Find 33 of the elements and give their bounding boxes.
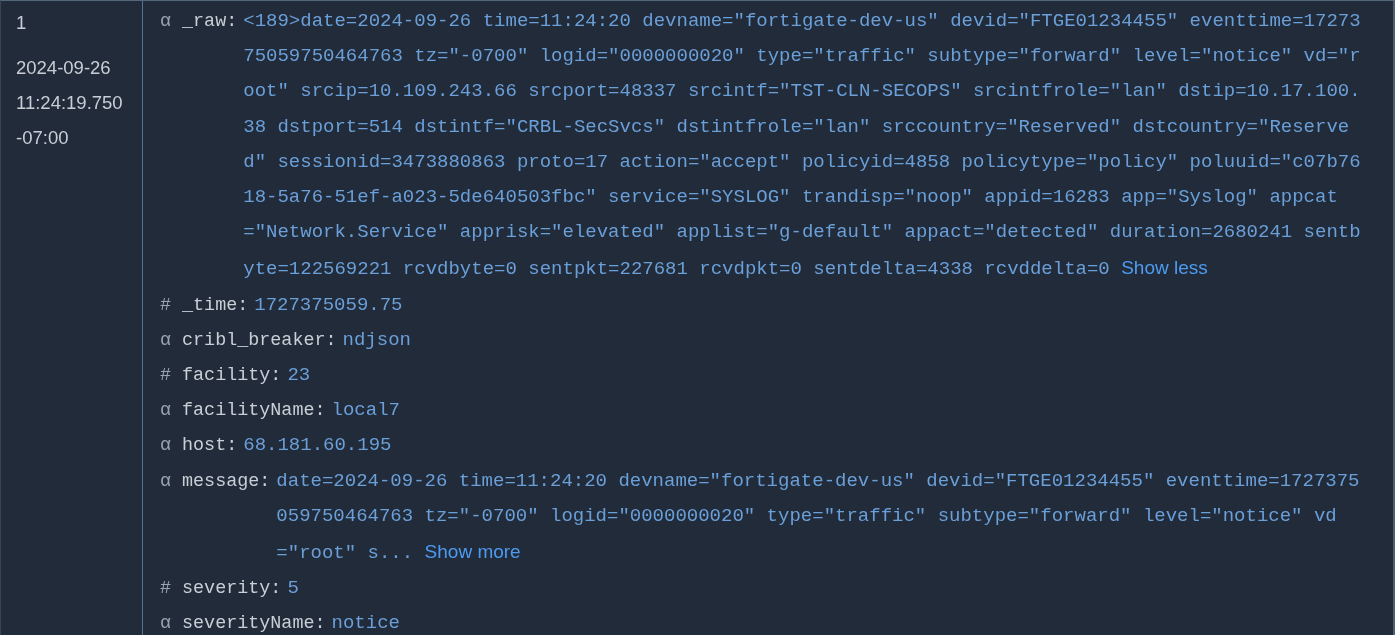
type-symbol: α [160,399,172,424]
field-name: _raw: [182,10,238,34]
field-value: local7 [331,398,401,424]
field-value: ndjson [342,327,412,353]
toggle-link[interactable]: Show more [424,541,521,563]
field-value: 5 [287,576,300,602]
type-symbol: # [160,293,172,318]
field-name: host: [182,434,238,459]
field-value: 23 [287,363,312,389]
field-name: message: [182,469,271,494]
field-name: severity: [182,577,282,602]
type-symbol: α [160,434,172,459]
field-value: notice [331,611,401,635]
toggle-link[interactable]: Show less [1121,257,1208,279]
type-symbol: α [160,469,172,494]
record-number: 1 [16,11,28,35]
field-value: 68.181.60.195 [243,433,393,459]
type-symbol: α [160,10,172,34]
record-date: 2024-09-26 [16,56,112,80]
field-value: <189>date=2024-09-26 time=11:24:20 devname="fortigate-dev-us" devid="FTGE01234455" eventtime=1727375059750464763 tz="-0700" logid="0000000020" type="traffic" subtype="forward" level="notice" vd="root" srcip=10.109.243.66 srcport=48337 srcintf="TST-CLN-SECOPS" srcintfrole="lan" dstip=10.17.100.38 dstport=514 dstintf="CRBL-SecSvcs" dstintfrole="lan" srccountry="Reserved" dstcountry="Reserved" sessionid=3473880863 proto=17 action="accept" policyid=4858 policytype="policy" poluuid="c07b7618-5a76-51ef-a023-5de640503fbc" service="SYSLOG" trandisp="noop" appid=16283 app="Syslog" appcat="Network.Service" apprisk="elevated" applist="g-default" appact="detected" duration=2680241 sentbyte=122569221 rcvdbyte=0 sentpkt=227681 rcvdpkt=0 sentdelta=4338 rcvddelta=0 Show less [243,9,1362,283]
field-name: facilityName: [182,399,326,424]
type-symbol: α [160,328,172,353]
field-name: _time: [182,293,249,318]
field-name: facility: [182,364,282,389]
type-symbol: α [160,612,172,635]
type-symbol: # [160,577,172,602]
timezone-offset: -07:00 [16,126,70,150]
record-time: 11:24:19.750 [16,91,124,115]
field-value: date=2024-09-26 time=11:24:20 devname="fortigate-dev-us" devid="FTGE01234455" eventtime=1727375059750464763 tz="-0700" logid="0000000020" type="traffic" subtype="forward" level="notice" vd="root" s... Show more [276,468,1361,567]
field-value: 1727375059.75 [254,292,404,318]
type-symbol: # [160,364,172,389]
field-name: cribl_breaker: [182,328,337,353]
field-name: severityName: [182,612,326,635]
